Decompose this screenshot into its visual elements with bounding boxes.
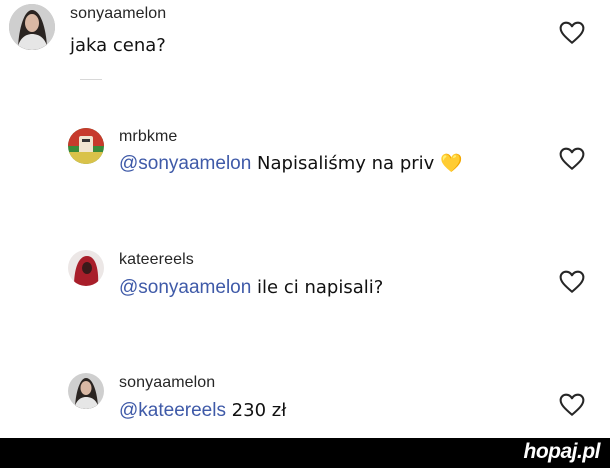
heart-outline-icon[interactable] bbox=[559, 270, 585, 294]
watermark-bar: hopaj.pl bbox=[0, 438, 610, 468]
comment-username[interactable]: sonyaamelon bbox=[119, 374, 215, 392]
comment-body: ile ci napisali? bbox=[251, 277, 384, 298]
thread-divider bbox=[80, 79, 102, 80]
comment-text: jaka cena? bbox=[70, 35, 166, 56]
comment-username[interactable]: kateereels bbox=[119, 251, 194, 269]
avatar[interactable] bbox=[9, 4, 55, 50]
avatar[interactable] bbox=[68, 128, 104, 164]
comment-username[interactable]: sonyaamelon bbox=[70, 5, 166, 23]
avatar[interactable] bbox=[68, 250, 104, 286]
comment-body: jaka cena? bbox=[70, 35, 166, 56]
comment-text: @sonyaamelon ile ci napisali? bbox=[119, 277, 383, 299]
site-watermark: hopaj.pl bbox=[523, 440, 601, 463]
comment-username[interactable]: mrbkme bbox=[119, 128, 177, 146]
heart-outline-icon[interactable] bbox=[559, 147, 585, 171]
mention-link[interactable]: @sonyaamelon bbox=[119, 153, 251, 174]
mention-link[interactable]: @kateereels bbox=[119, 400, 226, 421]
yellow-heart-emoji: 💛 bbox=[440, 153, 463, 174]
mention-link[interactable]: @sonyaamelon bbox=[119, 277, 251, 298]
heart-outline-icon[interactable] bbox=[559, 21, 585, 45]
comment-body: 230 zł bbox=[225, 400, 287, 421]
avatar[interactable] bbox=[68, 373, 104, 409]
comment-text: @sonyaamelon Napisaliśmy na priv 💛 bbox=[119, 153, 462, 175]
heart-outline-icon[interactable] bbox=[559, 393, 585, 417]
comment-text: @kateereels 230 zł bbox=[119, 400, 286, 422]
comment-body: Napisaliśmy na priv bbox=[251, 153, 441, 174]
